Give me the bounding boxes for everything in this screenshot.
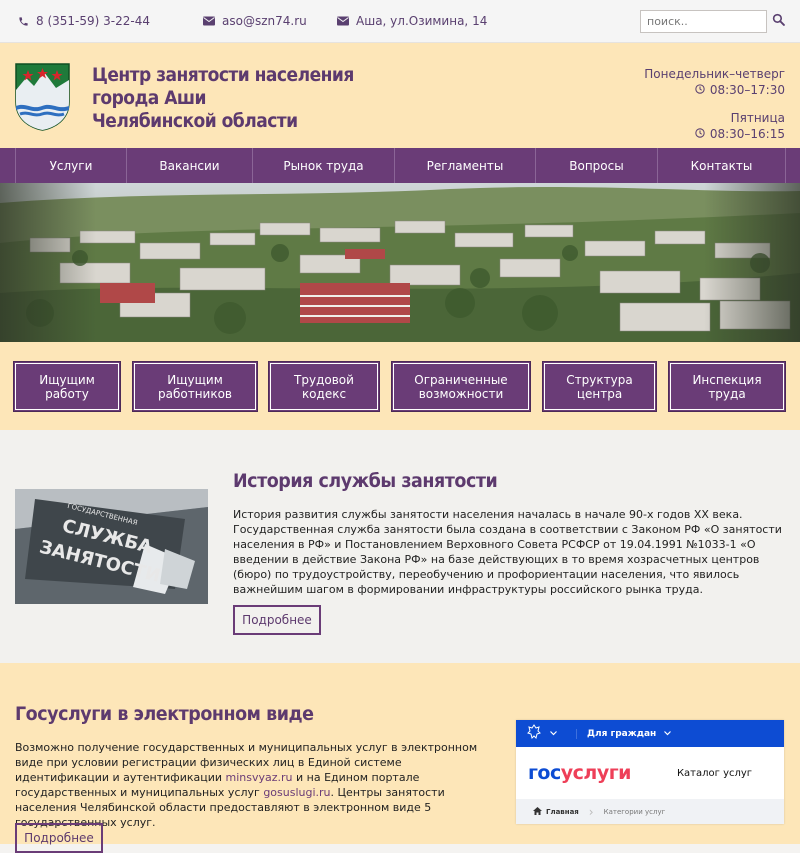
nav-item-services[interactable]: Услуги bbox=[15, 148, 126, 183]
quick-structure-button[interactable]: Структура центра bbox=[542, 361, 657, 412]
email-contact[interactable]: aso@szn74.ru bbox=[202, 14, 307, 28]
history-text: История развития службы занятости населе… bbox=[233, 508, 782, 596]
nav-item-questions[interactable]: Вопросы bbox=[535, 148, 657, 183]
chevron-down-icon bbox=[550, 729, 557, 739]
email-address: aso@szn74.ru bbox=[222, 14, 307, 28]
quick-disabilities-button[interactable]: Ограниченные возможности bbox=[391, 361, 531, 412]
quick-employers-button[interactable]: Ищущим работников bbox=[132, 361, 258, 412]
organization-title: Центр занятости населения города Аши Чел… bbox=[92, 64, 383, 133]
gosuslugi-link[interactable]: gosuslugi.ru bbox=[263, 786, 330, 799]
top-contact-bar: 8 (351-59) 3-22-44 aso@szn74.ru Аша, ул.… bbox=[0, 0, 800, 43]
search-input[interactable] bbox=[640, 10, 767, 33]
gosuslugi-text: Возможно получение государственных и мун… bbox=[15, 741, 478, 829]
address-text: Аша, ул.Озимина, 14 bbox=[356, 14, 488, 28]
history-more-button[interactable]: Подробнее bbox=[233, 605, 321, 635]
breadcrumb-categories[interactable]: Категории услуг bbox=[604, 808, 666, 816]
weekdays-label: Понедельник–четверг bbox=[644, 67, 785, 81]
gosuslugi-more-button[interactable]: Подробнее bbox=[15, 823, 103, 853]
phone-icon bbox=[16, 15, 30, 27]
friday-hours: 08:30–16:15 bbox=[644, 126, 785, 142]
nav-item-regulations[interactable]: Регламенты bbox=[394, 148, 535, 183]
address-contact: Аша, ул.Озимина, 14 bbox=[336, 14, 487, 28]
clock-icon bbox=[695, 126, 705, 142]
russian-emblem-icon bbox=[526, 724, 542, 743]
breadcrumb-home[interactable]: Главная bbox=[546, 808, 579, 816]
envelope-icon bbox=[202, 15, 216, 27]
nav-spacer bbox=[785, 148, 800, 183]
service-catalog-link[interactable]: Каталог услуг bbox=[677, 768, 752, 779]
quick-labor-inspection-button[interactable]: Инспекция труда bbox=[668, 361, 786, 412]
city-panorama-banner bbox=[0, 183, 800, 342]
site-header: Центр занятости населения города Аши Чел… bbox=[0, 43, 800, 148]
gosuslugi-title: Госуслуги в электронном виде bbox=[15, 703, 314, 725]
history-section: ГОСУДАРСТВЕННАЯ СЛУЖБА ЗАНЯТОСТИ История… bbox=[0, 430, 800, 663]
quick-labor-code-button[interactable]: Трудовой кодекс bbox=[268, 361, 380, 412]
gosuslugi-section: Госуслуги в электронном виде Возможно по… bbox=[0, 663, 800, 853]
breadcrumb-separator: › bbox=[588, 804, 594, 819]
quick-links: Ищущим работу Ищущим работников Трудовой ко… bbox=[0, 342, 800, 430]
phone-contact[interactable]: 8 (351-59) 3-22-44 bbox=[16, 14, 150, 28]
clock-icon bbox=[695, 82, 705, 98]
gosuslugi-portal-card[interactable]: Для граждан госуслуги Каталог услуг Глав… bbox=[516, 720, 784, 824]
gosuslugi-breadcrumb: Главная › Категории услуг bbox=[516, 799, 784, 824]
main-navigation: Услуги Вакансии Рынок труда Регламенты В… bbox=[0, 148, 800, 183]
title-line-3: Челябинской области bbox=[92, 110, 298, 132]
employment-service-sign-image: ГОСУДАРСТВЕННАЯ СЛУЖБА ЗАНЯТОСТИ bbox=[15, 489, 208, 604]
chevron-down-icon bbox=[664, 729, 672, 739]
city-coat-of-arms-logo[interactable] bbox=[14, 62, 71, 131]
nav-item-contacts[interactable]: Контакты bbox=[657, 148, 785, 183]
minsvyaz-link[interactable]: minsvyaz.ru bbox=[226, 771, 293, 784]
friday-label: Пятница bbox=[730, 111, 785, 125]
history-title: История службы занятости bbox=[233, 470, 498, 492]
title-line-2: города Аши bbox=[92, 87, 207, 109]
weekdays-hours: 08:30–17:30 bbox=[644, 82, 785, 98]
for-citizens-menu[interactable]: Для граждан bbox=[576, 728, 656, 739]
home-icon bbox=[533, 806, 542, 817]
search-icon[interactable] bbox=[772, 13, 786, 27]
phone-number: 8 (351-59) 3-22-44 bbox=[36, 14, 150, 28]
working-hours: Понедельник–четверг 08:30–17:30 Пятница … bbox=[644, 66, 785, 142]
quick-job-seekers-button[interactable]: Ищущим работу bbox=[13, 361, 121, 412]
nav-spacer bbox=[0, 148, 15, 183]
gosuslugi-logo-row: госуслуги Каталог услуг bbox=[516, 747, 784, 799]
gosuslugi-logo: госуслуги bbox=[528, 762, 631, 784]
title-line-1: Центр занятости населения bbox=[92, 64, 354, 86]
gosuslugi-top-bar: Для граждан bbox=[516, 720, 784, 747]
nav-item-labor-market[interactable]: Рынок труда bbox=[252, 148, 394, 183]
envelope-icon bbox=[336, 15, 350, 27]
nav-item-vacancies[interactable]: Вакансии bbox=[126, 148, 252, 183]
